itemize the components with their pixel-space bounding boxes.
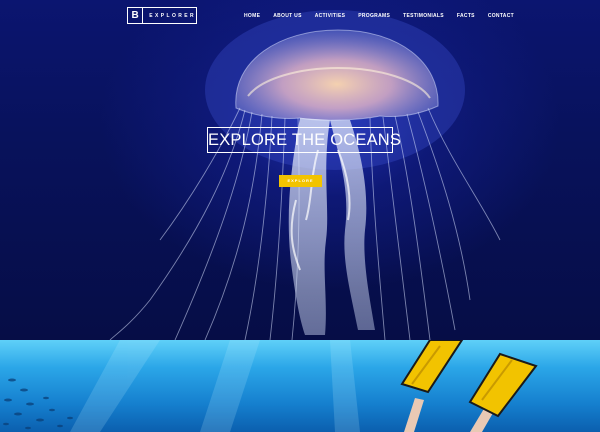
explore-button[interactable]: EXPLORE [279,175,322,187]
nav-home[interactable]: HOME [244,13,260,19]
logo-text: EXPLORER [149,12,196,19]
nav-about-us[interactable]: ABOUT US [273,13,302,19]
page: B EXPLORER HOME ABOUT US ACTIVITIES PROG… [0,0,600,432]
nav-programs[interactable]: PROGRAMS [358,13,390,19]
main-nav: HOME ABOUT US ACTIVITIES PROGRAMS TESTIM… [244,13,527,19]
logo[interactable]: B EXPLORER [127,7,197,24]
diver-fins-image [3,340,538,432]
nav-contact[interactable]: CONTACT [488,13,514,19]
nav-testimonials[interactable]: TESTIMONIALS [403,13,444,19]
hero-title: EXPLORE THE OCEANS [207,127,401,153]
logo-mark: B [128,8,144,23]
hero-section: B EXPLORER HOME ABOUT US ACTIVITIES PROG… [0,0,600,340]
nav-facts[interactable]: FACTS [457,13,475,19]
ocean-section [0,340,600,432]
jellyfish-image [109,10,501,340]
nav-activities[interactable]: ACTIVITIES [315,13,346,19]
